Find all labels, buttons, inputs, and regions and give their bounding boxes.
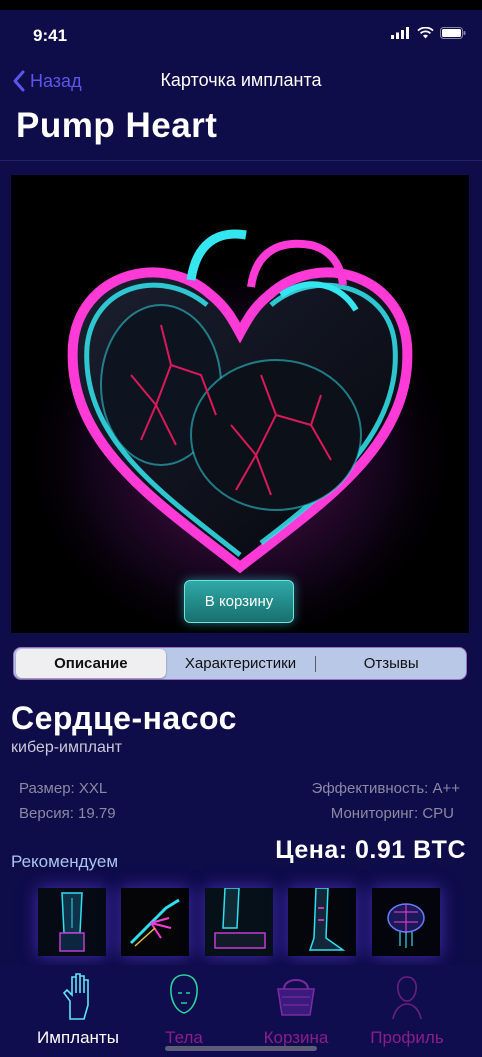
recommend-item-arm[interactable] [38, 888, 106, 956]
status-time: 9:41 [33, 26, 68, 45]
cyber-heart-image [11, 175, 469, 633]
tab-description[interactable]: Описание [16, 649, 166, 678]
head-icon [170, 974, 198, 1014]
page-title: Pump Heart [16, 106, 218, 145]
cyber-hand-image [121, 888, 189, 956]
spec-version: Версия: 19.79 [19, 805, 116, 822]
add-to-cart-button[interactable]: В корзину [184, 580, 294, 623]
product-image [11, 175, 469, 633]
tab-cart[interactable]: Корзина [241, 971, 351, 1048]
status-bar: 9:41 [0, 10, 482, 60]
product-price: Цена: 0.91 BTC [275, 836, 466, 864]
tab-reviews[interactable]: Отзывы [316, 649, 466, 678]
wifi-icon [417, 27, 434, 39]
tab-implants[interactable]: Импланты [23, 971, 133, 1048]
navigation-bar: Назад Карточка импланта [0, 62, 482, 102]
hand-icon [62, 973, 89, 1020]
nav-title: Карточка импланта [160, 70, 322, 90]
tab-bodies[interactable]: Тела [129, 971, 239, 1048]
tab-characteristics[interactable]: Характеристики [166, 649, 316, 678]
recommend-item-leg[interactable] [205, 888, 273, 956]
divider [0, 160, 482, 161]
basket-icon [277, 979, 315, 1016]
recommend-item-feet[interactable] [288, 888, 356, 956]
bottom-tab-bar: Импланты Тела Корзина Профиль [0, 965, 482, 1057]
product-name: Сердце-насос [11, 700, 237, 736]
signal-icon [391, 27, 409, 39]
spec-monitoring: Мониторинг: CPU [330, 805, 454, 822]
recommend-item-brain[interactable] [372, 888, 440, 956]
cyber-arm-image [38, 888, 106, 956]
cyber-leg-image [205, 888, 273, 956]
recommend-item-hand[interactable] [121, 888, 189, 956]
spec-efficiency: Эффективность: A++ [311, 780, 460, 797]
spec-size: Размер: XXL [19, 780, 108, 797]
home-indicator [165, 1046, 317, 1051]
profile-icon [392, 976, 422, 1020]
tab-bodies-label: Тела [165, 1028, 203, 1047]
product-subtitle: кибер-имплант [11, 739, 123, 756]
tab-cart-label: Корзина [263, 1028, 329, 1047]
cyber-feet-image [288, 888, 356, 956]
cyber-brain-image [372, 888, 440, 956]
recommend-heading: Рекомендуем [11, 852, 119, 871]
tab-profile-label: Профиль [370, 1028, 444, 1047]
top-edge [0, 0, 482, 10]
battery-icon [440, 27, 466, 39]
tab-segmented-control: Описание Характеристики Отзывы [13, 647, 467, 680]
recommendations-row [0, 880, 482, 965]
tab-implants-label: Импланты [37, 1028, 119, 1047]
status-icons [391, 27, 466, 39]
tab-profile[interactable]: Профиль [352, 971, 462, 1048]
